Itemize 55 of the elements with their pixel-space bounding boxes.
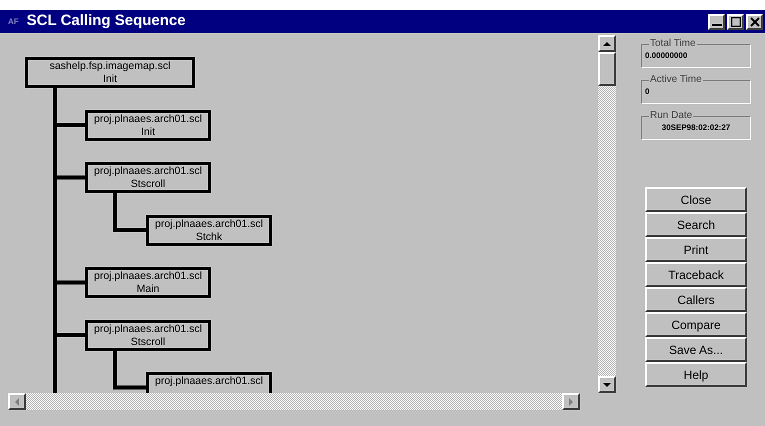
action-button[interactable]: Help bbox=[645, 362, 747, 387]
right-arrow-icon bbox=[569, 398, 573, 406]
action-button[interactable]: Print bbox=[645, 237, 747, 262]
down-arrow-icon bbox=[603, 382, 611, 386]
field-label: Total Time bbox=[649, 38, 697, 49]
method-name: Stchk bbox=[196, 230, 222, 244]
up-arrow-icon bbox=[603, 42, 611, 46]
action-button[interactable]: Search bbox=[645, 212, 747, 237]
tree-node[interactable]: proj.plnaaes.arch01.scl Main bbox=[85, 267, 211, 298]
action-button[interactable]: Save As... bbox=[645, 337, 747, 362]
program-name: proj.plnaaes.arch01.scl bbox=[94, 112, 202, 126]
program-name: proj.plnaaes.arch01.scl bbox=[155, 375, 263, 388]
close-icon bbox=[750, 16, 760, 26]
field-value: 0.00000000 bbox=[645, 50, 688, 62]
scroll-down-button[interactable] bbox=[598, 376, 616, 393]
program-name: proj.plnaaes.arch01.scl bbox=[94, 270, 202, 283]
left-arrow-icon bbox=[15, 398, 19, 406]
window-title: SCL Calling Sequence bbox=[26, 11, 187, 32]
tree-node[interactable]: proj.plnaaes.arch01.scl Stchk bbox=[146, 214, 272, 246]
tree-node[interactable]: proj.plnaaes.arch01.scl Init bbox=[85, 110, 211, 140]
program-name: sashelp.fsp.imagemap.scl bbox=[50, 60, 170, 73]
vertical-scrollbar[interactable] bbox=[598, 35, 616, 393]
action-button[interactable]: Callers bbox=[645, 287, 747, 312]
method-name: Main bbox=[136, 283, 160, 296]
tree-node[interactable]: proj.plnaaes.arch01.scl Stscroll bbox=[85, 162, 211, 193]
field-value: 30SEP98:02:02:27 bbox=[660, 122, 732, 134]
horizontal-scrollbar[interactable] bbox=[8, 393, 580, 410]
tree-node[interactable]: proj.plnaaes.arch01.scl Stscroll bbox=[85, 320, 211, 350]
maximize-button[interactable] bbox=[727, 14, 744, 30]
program-name: proj.plnaaes.arch01.scl bbox=[155, 218, 263, 230]
method-name: Stscroll bbox=[130, 336, 166, 348]
scroll-thumb[interactable] bbox=[598, 52, 616, 86]
method-name: Stscroll bbox=[130, 178, 166, 191]
method-name: Init bbox=[102, 73, 117, 86]
close-button[interactable] bbox=[746, 14, 763, 30]
action-button[interactable]: Traceback bbox=[645, 262, 747, 287]
field-label: Active Time bbox=[649, 74, 703, 85]
field-value: 0 bbox=[645, 86, 650, 98]
action-button[interactable]: Close bbox=[645, 187, 747, 212]
tree-node[interactable]: sashelp.fsp.imagemap.scl Init bbox=[25, 57, 195, 88]
program-name: proj.plnaaes.arch01.scl bbox=[94, 322, 202, 336]
connector-line bbox=[113, 350, 146, 390]
scroll-right-button[interactable] bbox=[562, 393, 580, 410]
minimize-button[interactable] bbox=[708, 14, 725, 30]
tree-node[interactable]: proj.plnaaes.arch01.scl bbox=[146, 372, 272, 393]
action-button[interactable]: Compare bbox=[645, 312, 747, 337]
field-label: Run Date bbox=[649, 110, 694, 121]
program-name: proj.plnaaes.arch01.scl bbox=[94, 165, 202, 178]
maximize-icon bbox=[730, 16, 740, 26]
app-icon: AF bbox=[8, 16, 19, 28]
method-name: Init bbox=[140, 126, 155, 138]
connector-line bbox=[113, 193, 146, 232]
scroll-up-button[interactable] bbox=[598, 35, 616, 52]
scroll-left-button[interactable] bbox=[8, 393, 26, 410]
minimize-icon bbox=[712, 24, 722, 26]
